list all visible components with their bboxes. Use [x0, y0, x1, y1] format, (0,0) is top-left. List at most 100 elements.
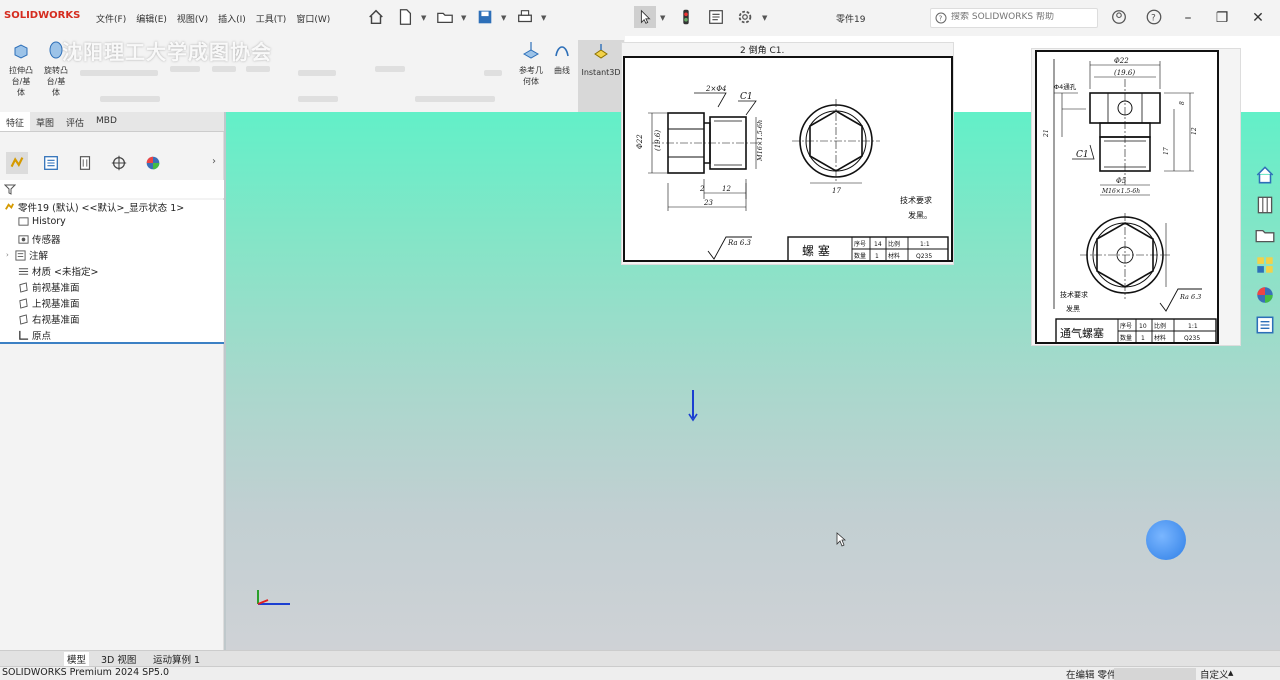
drawing2-roughness: Ra 6.3 [1179, 293, 1201, 301]
solidworks-logo[interactable]: SOLIDWORKS [4, 10, 80, 21]
tab-motion-study[interactable]: 运动算例 1 [150, 652, 203, 666]
table-cell: Q235 [1184, 335, 1200, 342]
home-icon[interactable] [365, 6, 387, 28]
tree-item-origin[interactable]: 原点 [18, 328, 51, 342]
blurred-command [298, 96, 338, 102]
drawing1-header: 2 倒角 C1. [740, 44, 784, 56]
dim-chamfer-2: C1 [1076, 150, 1089, 160]
tree-item-label: 右视基准面 [32, 315, 80, 326]
save-dropdown-icon[interactable]: ▼ [501, 14, 506, 22]
select-dropdown-icon[interactable]: ▼ [660, 14, 665, 22]
print-icon[interactable] [514, 6, 536, 28]
tree-item-label: 传感器 [32, 235, 61, 246]
triad-icon [257, 590, 290, 605]
blurred-command [246, 66, 270, 72]
blurred-command [80, 70, 158, 76]
drawing1-tech-req: 技术要求 [900, 195, 932, 205]
filter-row[interactable] [0, 180, 224, 198]
dim-across-corners: (19.6) [654, 130, 662, 151]
help-search-box[interactable]: ? [930, 8, 1098, 28]
restore-icon[interactable]: ❐ [1212, 8, 1232, 28]
table-cell: 序号 [1120, 322, 1132, 330]
tab-sketch[interactable]: 草图 [30, 112, 60, 131]
panel-splitter[interactable] [224, 112, 226, 650]
menu-view[interactable]: 视图(V) [177, 12, 208, 25]
expand-arrow-icon[interactable]: › [6, 251, 12, 259]
custom-properties-icon[interactable] [1254, 314, 1276, 336]
status-custom[interactable]: 自定义 [1200, 667, 1229, 680]
status-version: SOLIDWORKS Premium 2024 SP5.0 [2, 667, 170, 678]
user-account-icon[interactable] [1108, 6, 1130, 28]
table-cell: 比例 [1154, 322, 1166, 330]
tree-item-label: History [32, 216, 66, 227]
new-dropdown-icon[interactable]: ▼ [421, 14, 426, 22]
new-document-icon[interactable] [394, 6, 416, 28]
tab-features[interactable]: 特征 [0, 112, 31, 131]
curves-button[interactable]: 曲线 [550, 40, 574, 76]
dimxpert-tab-icon[interactable] [108, 152, 130, 174]
feature-manager-tabs: › [0, 148, 224, 178]
table-cell: 数量 [1120, 334, 1132, 342]
origin-axis-indicator [688, 390, 698, 422]
save-icon[interactable] [474, 6, 496, 28]
minimize-icon[interactable]: – [1178, 8, 1198, 28]
tree-item-history[interactable]: History [18, 216, 66, 227]
extrude-boss-button[interactable]: 拉伸凸 台/基 体 [6, 40, 36, 98]
sensor-icon [18, 234, 29, 244]
file-properties-icon[interactable] [705, 6, 727, 28]
reference-geometry-button[interactable]: 参考几 何体 [512, 40, 550, 87]
tab-3d-views[interactable]: 3D 视图 [98, 652, 139, 666]
reference-geometry-icon [522, 42, 540, 59]
tree-item-sensors[interactable]: 传感器 [18, 232, 61, 246]
view-palette-icon[interactable] [1254, 254, 1276, 276]
menu-edit[interactable]: 编辑(E) [136, 12, 167, 25]
table-cell: 材料 [888, 252, 900, 260]
tree-root-part[interactable]: 零件19 (默认) <<默认>_显示状态 1> [4, 200, 184, 214]
resources-home-icon[interactable] [1254, 164, 1276, 186]
menu-window[interactable]: 窗口(W) [296, 12, 330, 25]
units-dropdown-icon[interactable]: ▲ [1228, 669, 1233, 677]
instant3d-button[interactable]: Instant3D [578, 40, 624, 112]
design-library-icon[interactable] [1254, 194, 1276, 216]
help-icon[interactable]: ? [1143, 6, 1165, 28]
file-explorer-icon[interactable] [1254, 224, 1276, 246]
mouse-cursor-icon [836, 532, 846, 547]
traffic-light-icon[interactable] [675, 6, 697, 28]
appearances-icon[interactable] [1254, 284, 1276, 306]
menu-insert[interactable]: 插入(I) [218, 12, 246, 25]
print-dropdown-icon[interactable]: ▼ [541, 14, 546, 22]
feature-tree-tab-icon[interactable] [6, 152, 28, 174]
open-dropdown-icon[interactable]: ▼ [461, 14, 466, 22]
menu-file[interactable]: 文件(F) [96, 12, 126, 25]
menu-tools[interactable]: 工具(T) [256, 12, 287, 25]
command-tabs: 特征 草图 评估 MBD [0, 112, 224, 132]
close-icon[interactable]: ✕ [1248, 8, 1268, 28]
tab-mbd[interactable]: MBD [90, 112, 123, 131]
select-cursor-icon[interactable] [634, 6, 656, 28]
display-manager-tab-icon[interactable] [142, 152, 164, 174]
blurred-command [415, 96, 495, 102]
material-icon [18, 267, 29, 275]
options-gear-icon[interactable] [734, 6, 756, 28]
filter-icon[interactable] [4, 183, 16, 195]
dim-diameter: Φ22 [636, 134, 644, 149]
tree-item-top-plane[interactable]: 上视基准面 [18, 296, 80, 310]
open-folder-icon[interactable] [434, 6, 456, 28]
tree-item-material[interactable]: 材质 <未指定> [18, 264, 98, 278]
table-cell: Q235 [916, 253, 932, 260]
tree-item-label: 原点 [32, 331, 52, 342]
configuration-manager-tab-icon[interactable] [74, 152, 96, 174]
tab-model[interactable]: 模型 [64, 652, 90, 666]
expand-tabs-icon[interactable]: › [212, 156, 216, 167]
help-search-input[interactable] [951, 12, 1091, 22]
tree-item-right-plane[interactable]: 右视基准面 [18, 312, 80, 326]
tab-evaluate[interactable]: 评估 [60, 112, 90, 131]
dim-2: 2 [699, 185, 705, 193]
tree-item-annotations[interactable]: › 注解 [6, 248, 48, 262]
watermark: 沈阳理工大学成图协会 [62, 40, 272, 64]
tree-item-front-plane[interactable]: 前视基准面 [18, 280, 80, 294]
property-manager-tab-icon[interactable] [40, 152, 62, 174]
options-dropdown-icon[interactable]: ▼ [762, 14, 767, 22]
status-bar: SOLIDWORKS Premium 2024 SP5.0 在编辑 零件 自定义… [0, 666, 1280, 680]
task-pane-tabs [1250, 160, 1280, 340]
